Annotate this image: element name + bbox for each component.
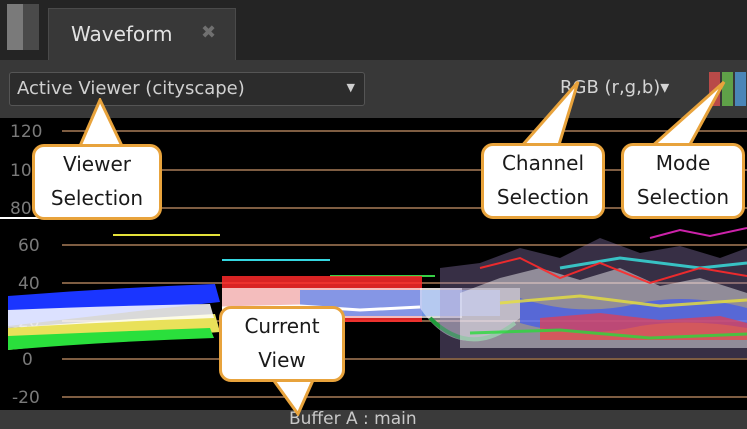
tab-label: Waveform	[71, 22, 173, 46]
y-label: 0	[22, 350, 33, 370]
callout-text: Selection	[50, 186, 144, 210]
channel-selection-callout: Channel Selection	[481, 143, 605, 219]
waveform-traces	[8, 227, 747, 358]
callout-text: Mode	[655, 151, 711, 175]
mode-selection-callout: Mode Selection	[621, 143, 745, 219]
callout-text: Selection	[636, 185, 730, 209]
chevron-down-icon: ▼	[346, 81, 355, 94]
callout-text: Channel	[501, 151, 585, 175]
callout-text: Viewer	[63, 152, 131, 176]
tab-waveform[interactable]: Waveform ✖	[48, 8, 236, 60]
callout-text: View	[258, 348, 306, 372]
channel-callout-tail	[516, 81, 580, 150]
close-icon[interactable]: ✖	[201, 22, 216, 43]
y-label: -20	[12, 388, 40, 408]
callout-text: Current	[244, 314, 320, 338]
status-bar: Buffer A : main	[0, 410, 747, 429]
mode-callout-tail	[646, 80, 726, 150]
current-view-callout: Current View	[219, 306, 345, 382]
panel-grip-icon[interactable]	[7, 4, 39, 50]
viewer-callout-tail	[77, 98, 125, 148]
y-label: 120	[10, 122, 42, 142]
y-label: 60	[18, 236, 40, 256]
viewer-select-value: Active Viewer (cityscape)	[17, 78, 245, 99]
callout-text: Selection	[496, 185, 590, 209]
viewer-selection-callout: Viewer Selection	[32, 144, 162, 220]
y-label: 80	[10, 199, 32, 219]
mode-blue-swatch	[735, 72, 746, 106]
current-view-callout-tail	[269, 376, 317, 416]
viewer-select-dropdown[interactable]: Active Viewer (cityscape) ▼	[9, 72, 365, 106]
y-label: 40	[18, 274, 40, 294]
panel-tab-bar: Waveform ✖	[0, 0, 747, 62]
